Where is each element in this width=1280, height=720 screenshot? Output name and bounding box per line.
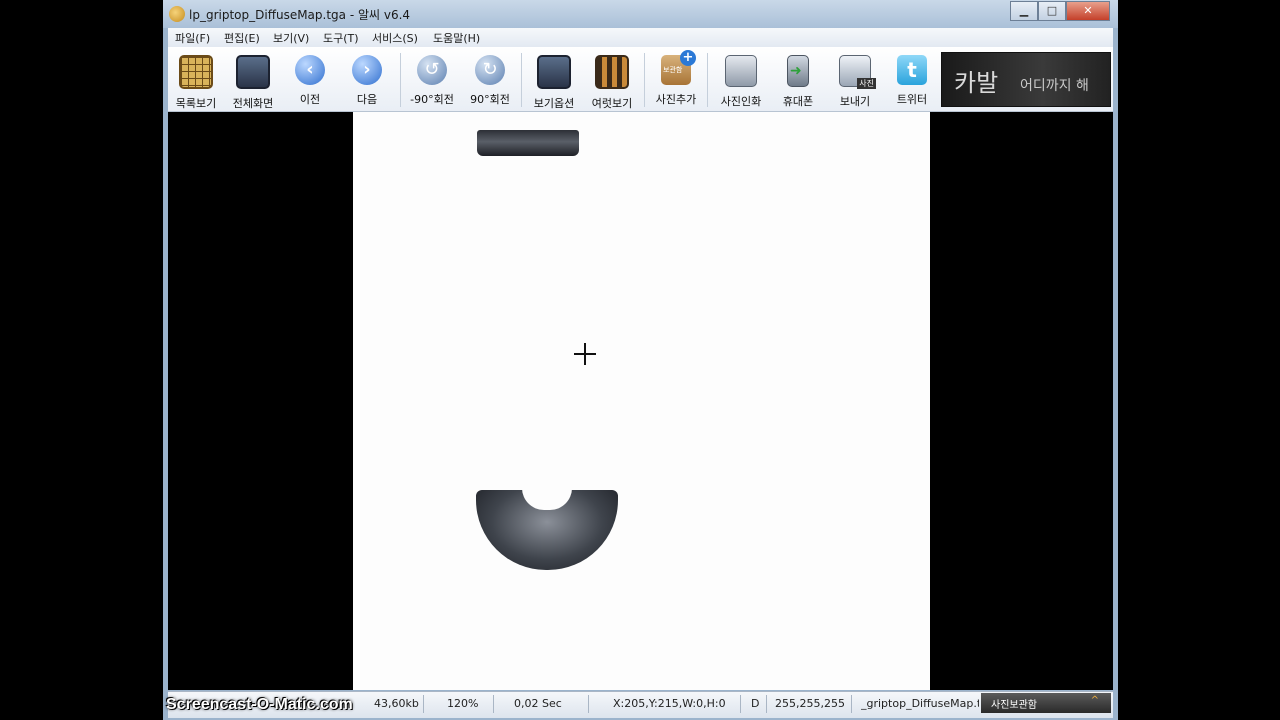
ad-banner[interactable]: 카발 어디까지 해 — [941, 52, 1111, 107]
phone-button[interactable]: ➜ 휴대폰 — [770, 51, 826, 109]
menu-file[interactable]: 파일(F) — [175, 30, 210, 46]
status-divider — [740, 695, 741, 713]
status-divider — [851, 695, 852, 713]
rotate-ccw-label: -90°회전 — [410, 93, 454, 106]
slideshow-button[interactable]: 여럿보기 — [584, 51, 640, 110]
phone-icon: ➜ — [787, 55, 809, 87]
maximize-button[interactable]: □ — [1038, 1, 1066, 21]
print-photo-label: 사진인화 — [720, 95, 762, 108]
screencast-watermark: Screencast-O-Matic.com — [166, 696, 353, 713]
prev-label: 이전 — [299, 93, 321, 106]
status-mode: D — [751, 697, 760, 710]
phone-label: 휴대폰 — [782, 95, 814, 108]
app-window: lp_griptop_DiffuseMap.tga - 알씨 v6.4 ▁ □ … — [163, 0, 1118, 720]
rotate-cw-label: 90°회전 — [470, 93, 510, 106]
view-options-icon — [537, 55, 571, 89]
image-canvas[interactable] — [353, 112, 930, 690]
send-badge: 사진 — [857, 78, 876, 89]
arrow-left-icon: ‹ — [295, 55, 325, 85]
status-divider — [588, 695, 589, 713]
crosshair-cursor-icon — [574, 343, 596, 365]
image-viewer[interactable] — [168, 112, 1113, 690]
chevron-up-icon: ^ — [1090, 695, 1099, 706]
menu-edit[interactable]: 편집(E) — [224, 30, 260, 46]
texture-piece-bottom — [476, 488, 618, 570]
fullscreen-label: 전체화면 — [232, 97, 274, 110]
window-title: lp_griptop_DiffuseMap.tga - 알씨 v6.4 — [189, 8, 411, 22]
banner-subtitle: 어디까지 해 — [1020, 78, 1089, 94]
prev-button[interactable]: ‹ 이전 — [282, 51, 338, 109]
status-filename: _griptop_DiffuseMap.tg — [861, 697, 979, 710]
texture-piece-top — [477, 130, 579, 156]
menu-help[interactable]: 도움말(H) — [433, 30, 480, 46]
rotate-cw-button[interactable]: ↻ 90°회전 — [462, 51, 518, 109]
photo-album-icon: 보관함 + — [661, 50, 696, 85]
send-button[interactable]: 사진 보내기 — [827, 51, 883, 109]
fullscreen-icon — [236, 55, 270, 89]
status-file-size: 43,60kb — [374, 697, 419, 710]
rotate-ccw-button[interactable]: ↺ -90°회전 — [404, 51, 460, 109]
add-photo-button[interactable]: 보관함 + 사진추가 — [648, 50, 704, 109]
twitter-label: 트위터 — [896, 93, 928, 106]
arrow-right-icon: › — [352, 55, 382, 85]
add-photo-label: 사진추가 — [655, 93, 697, 106]
toolbar-divider — [644, 53, 645, 107]
status-divider — [493, 695, 494, 713]
menu-bar: 파일(F) 편집(E) 보기(V) 도구(T) 서비스(S) 도움말(H) — [168, 28, 1113, 47]
photo-album-label: 사진보관함 — [991, 700, 1037, 711]
menu-service[interactable]: 서비스(S) — [372, 30, 418, 46]
toolbar-divider — [707, 53, 708, 107]
status-divider — [766, 695, 767, 713]
view-options-label: 보기옵션 — [533, 97, 575, 110]
toolbar-divider — [400, 53, 401, 107]
title-bar[interactable]: lp_griptop_DiffuseMap.tga - 알씨 v6.4 ▁ □ … — [163, 0, 1118, 28]
toolbar: 목록보기 전체화면 ‹ 이전 › 다음 ↺ -90°회전 ↻ 90°회전 보기옵… — [168, 47, 1113, 112]
grid-icon — [179, 55, 213, 89]
menu-view[interactable]: 보기(V) — [273, 30, 309, 46]
menu-tools[interactable]: 도구(T) — [323, 30, 359, 46]
plus-icon: + — [680, 50, 696, 66]
view-options-button[interactable]: 보기옵션 — [526, 51, 582, 110]
film-icon — [595, 55, 629, 89]
toolbar-divider — [521, 53, 522, 107]
slideshow-label: 여럿보기 — [591, 97, 633, 110]
fullscreen-button[interactable]: 전체화면 — [225, 51, 281, 110]
status-color-value: 255,255,255 — [775, 697, 845, 710]
photo-album-toggle[interactable]: 사진보관함 ^ — [981, 693, 1111, 713]
rotate-left-icon: ↺ — [417, 55, 447, 85]
send-label: 보내기 — [839, 95, 871, 108]
status-cursor: X:205,Y:215,W:0,H:0 — [613, 697, 726, 710]
status-zoom: 120% — [447, 697, 479, 710]
twitter-icon: t — [897, 55, 927, 85]
twitter-button[interactable]: t 트위터 — [884, 51, 940, 109]
print-photo-button[interactable]: 사진인화 — [713, 51, 769, 109]
send-icon: 사진 — [839, 55, 876, 89]
status-load-time: 0,02 Sec — [514, 697, 562, 710]
add-photo-badge: 보관함 — [663, 66, 683, 74]
status-divider — [423, 695, 424, 713]
minimize-button[interactable]: ▁ — [1010, 1, 1038, 21]
list-view-label: 목록보기 — [175, 97, 217, 110]
app-logo-icon — [169, 6, 185, 22]
rotate-right-icon: ↻ — [475, 55, 505, 85]
print-photo-icon — [725, 55, 757, 87]
next-button[interactable]: › 다음 — [339, 51, 395, 109]
list-view-button[interactable]: 목록보기 — [168, 51, 224, 110]
next-label: 다음 — [356, 93, 378, 106]
banner-title: 카발 — [954, 69, 999, 97]
close-button[interactable]: ✕ — [1066, 1, 1110, 21]
